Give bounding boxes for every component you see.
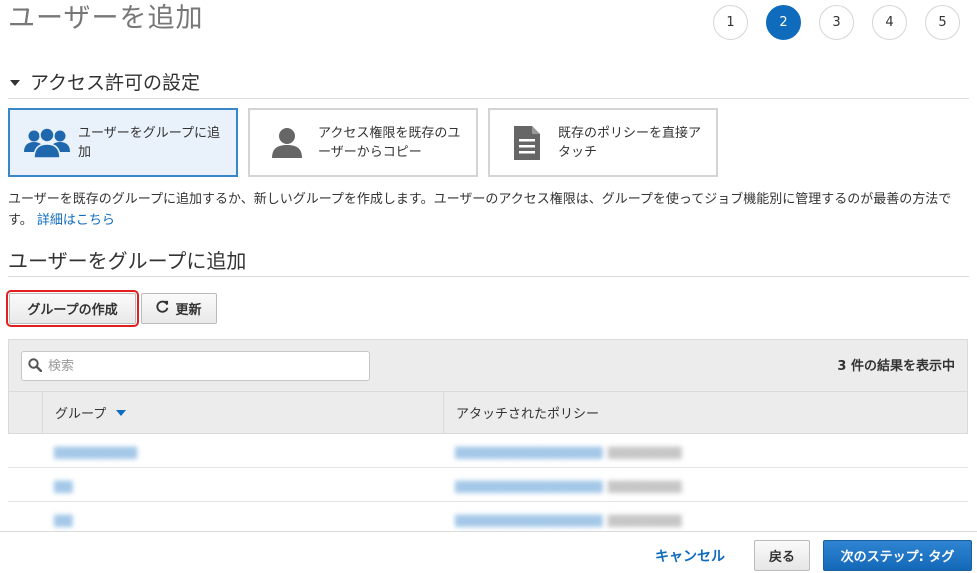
cancel-link[interactable]: キャンセル [655, 546, 725, 566]
search-icon [28, 357, 43, 376]
column-header-group[interactable]: グループ [43, 392, 444, 433]
table-toolbar: 3 件の結果を表示中 [8, 339, 968, 392]
option-copy-permissions[interactable]: アクセス権限を既存のユーザーからコピー [248, 108, 478, 177]
option-label: アクセス権限を既存のユーザーからコピー [318, 125, 461, 160]
group-cell: ▇▇ [42, 509, 443, 528]
permissions-description: ユーザーを既存のグループに追加するか、新しいグループを作成します。ユーザーのアク… [8, 189, 970, 231]
select-column-header [9, 392, 43, 433]
caret-down-icon [10, 79, 20, 86]
next-step-button[interactable]: 次のステップ: タグ [823, 540, 972, 571]
permissions-section-toggle[interactable]: アクセス許可の設定 [10, 68, 200, 95]
description-text: ユーザーを既存のグループに追加するか、新しいグループを作成します。ユーザーのアク… [8, 192, 952, 228]
refresh-label: 更新 [175, 303, 202, 318]
page-title: ユーザーを追加 [8, 3, 204, 34]
option-add-to-group[interactable]: ユーザーをグループに追加 [8, 108, 238, 177]
option-label: ユーザーをグループに追加 [78, 125, 220, 160]
redacted-policy-link[interactable]: ▇▇▇▇▇▇▇▇▇▇▇▇▇▇▇▇ [455, 445, 603, 459]
redacted-policy-extra: ▇▇▇▇▇▇▇▇ [607, 445, 682, 459]
column-header-policy[interactable]: アタッチされたポリシー [444, 392, 967, 433]
permissions-heading: アクセス許可の設定 [30, 72, 201, 94]
search-box[interactable] [21, 351, 370, 381]
redacted-group-link[interactable]: ▇▇ [54, 479, 72, 493]
step-3[interactable]: 3 [819, 5, 854, 40]
option-attach-policies[interactable]: 既存のポリシーを直接アタッチ [488, 108, 718, 177]
option-label: 既存のポリシーを直接アタッチ [558, 125, 702, 160]
group-cell: ▇▇▇▇▇▇▇▇▇ [42, 441, 443, 460]
back-button[interactable]: 戻る [754, 540, 810, 571]
column-label: グループ [55, 407, 107, 422]
groups-heading: ユーザーをグループに追加 [8, 249, 247, 273]
refresh-icon [156, 300, 169, 317]
divider [8, 98, 969, 99]
column-label: アタッチされたポリシー [456, 407, 600, 422]
redacted-policy-extra: ▇▇▇▇▇▇▇▇ [607, 513, 682, 527]
redacted-policy-link[interactable]: ▇▇▇▇▇▇▇▇▇▇▇▇▇▇▇▇ [455, 513, 603, 527]
wizard-footer: キャンセル 戻る 次のステップ: タグ [0, 531, 977, 573]
step-5[interactable]: 5 [925, 5, 960, 40]
redacted-policy-extra: ▇▇▇▇▇▇▇▇ [607, 479, 682, 493]
policy-cell: ▇▇▇▇▇▇▇▇▇▇▇▇▇▇▇▇ ▇▇▇▇▇▇▇▇ [443, 475, 968, 494]
divider [8, 276, 969, 277]
policy-cell: ▇▇▇▇▇▇▇▇▇▇▇▇▇▇▇▇ ▇▇▇▇▇▇▇▇ [443, 441, 968, 460]
sort-descending-icon [116, 409, 127, 416]
step-1[interactable]: 1 [713, 5, 748, 40]
group-cell: ▇▇ [42, 475, 443, 494]
redacted-policy-link[interactable]: ▇▇▇▇▇▇▇▇▇▇▇▇▇▇▇▇ [455, 479, 603, 493]
result-count: 3 件の結果を表示中 [837, 359, 955, 374]
redacted-group-link[interactable]: ▇▇ [54, 513, 72, 527]
step-4[interactable]: 4 [872, 5, 907, 40]
refresh-button[interactable]: 更新 [141, 293, 217, 324]
table-row[interactable]: ▇▇▇▇▇▇▇▇▇ ▇▇▇▇▇▇▇▇▇▇▇▇▇▇▇▇ ▇▇▇▇▇▇▇▇ [8, 434, 968, 468]
learn-more-link[interactable]: 詳細はこちら [37, 213, 115, 228]
table-header: グループ アタッチされたポリシー [8, 392, 968, 434]
users-group-icon [24, 123, 70, 163]
policy-cell: ▇▇▇▇▇▇▇▇▇▇▇▇▇▇▇▇ ▇▇▇▇▇▇▇▇ [443, 509, 968, 528]
search-input[interactable] [48, 358, 348, 374]
user-icon [264, 123, 310, 163]
create-group-button[interactable]: グループの作成 [6, 290, 139, 327]
document-icon [504, 123, 550, 163]
step-2[interactable]: 2 [766, 5, 801, 40]
redacted-group-link[interactable]: ▇▇▇▇▇▇▇▇▇ [54, 445, 137, 459]
wizard-steps: 1 2 3 4 5 [713, 5, 977, 40]
table-row[interactable]: ▇▇ ▇▇▇▇▇▇▇▇▇▇▇▇▇▇▇▇ ▇▇▇▇▇▇▇▇ [8, 468, 968, 502]
